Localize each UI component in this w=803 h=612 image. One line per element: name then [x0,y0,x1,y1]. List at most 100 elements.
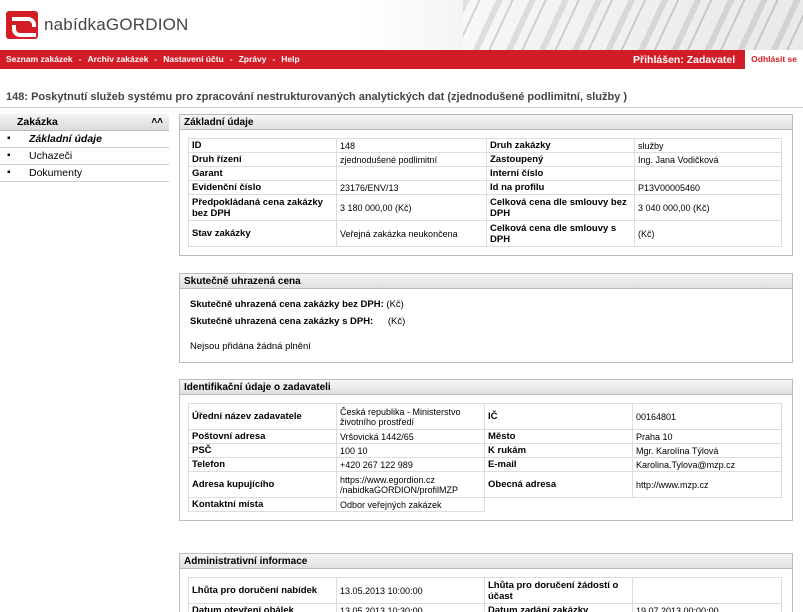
field-value: 13.05.2013 10:00:00 [336,577,485,604]
table-row: ID 148 Druh zakázky služby [188,138,782,153]
field-label: Datum otevření obálek [188,603,337,612]
sidebar-header[interactable]: Zakázka ˄˄ [0,114,169,131]
panel-body: Úřední název zadavatele Česká republika … [180,395,792,520]
field-value [632,577,782,604]
sidebar-item-label: Dokumenty [29,167,83,179]
field-label: Úřední název zadavatele [188,403,337,430]
field-label: Město [484,429,633,444]
field-label: Lhůta pro doručení žádostí o účast [484,577,633,604]
paid-with-vat: Skutečně uhrazená cena zakázky s DPH: (K… [190,316,782,327]
field-label: Lhůta pro doručení nabídek [188,577,337,604]
paid-without-vat: Skutečně uhrazená cena zakázky bez DPH: … [190,299,782,310]
field-value: Česká republika - Ministerstvo životního… [336,403,485,430]
administrative-info-table: Lhůta pro doručení nabídek 13.05.2013 10… [188,577,782,612]
field-label: Id na profilu [486,180,635,195]
table-row: Kontaktní místa Odbor veřejných zakázek [188,497,782,512]
field-label: PSČ [188,443,337,458]
field-label: Telefon [188,457,337,472]
field-value: Odbor veřejných zakázek [336,497,485,512]
field-value: 3 040 000,00 (Kč) [634,194,782,221]
main-menu-bar: Seznam zakázek - Archiv zakázek - Nastav… [0,50,803,69]
field-value [336,166,487,181]
logged-in-user: Přihlášen: Zadavatel [633,53,736,66]
menu-separator: - [229,54,233,64]
app-header: nabídkaGORDION [0,0,803,50]
logout-button[interactable]: Odhlásit se [745,50,803,69]
field-label: Datum zadání zakázky [484,603,633,612]
table-row: Garant Interní číslo [188,166,782,181]
table-row: Datum otevření obálek 13.05.2013 10:30:0… [188,603,782,612]
table-row: Stav zakázky Veřejná zakázka neukončena … [188,220,782,247]
field-value: zjednodušené podlimitní [336,152,487,167]
contracting-authority-panel: Identifikační údaje o zadavateli Úřední … [179,379,793,521]
field-label: Evidenční číslo [188,180,337,195]
field-label: Garant [188,166,337,181]
logo-mark-icon [6,11,38,39]
field-value: 148 [336,138,487,153]
table-row: Druh řízení zjednodušené podlimitní Zast… [188,152,782,167]
field-value: Vršovická 1442/65 [336,429,485,444]
panel-title: Základní údaje [180,115,792,130]
table-row: Poštovní adresa Vršovická 1442/65 Město … [188,429,782,444]
field-value: 13.05.2013 10:30:00 [336,603,485,612]
panel-title: Administrativní informace [180,554,792,569]
menu-separator: - [154,54,158,64]
field-value: 00164801 [632,403,782,430]
field-label: K rukám [484,443,633,458]
bullet-icon: ▪ [7,150,11,161]
panel-body: Skutečně uhrazená cena zakázky bez DPH: … [180,289,792,362]
main-menu: Seznam zakázek - Archiv zakázek - Nastav… [6,54,306,64]
table-row: Lhůta pro doručení nabídek 13.05.2013 10… [188,577,782,604]
header-decoration [463,0,803,50]
sidebar: Zakázka ˄˄ ▪ Základní údaje ▪ Uchazeči ▪… [0,114,169,182]
basic-info-table: ID 148 Druh zakázky služby Druh řízení z… [188,138,782,247]
field-label: Předpokládaná cena zakázky bez DPH [188,194,337,221]
field-label: Zastoupený [486,152,635,167]
field-value: (Kč) [387,316,406,327]
field-value: http://www.mzp.cz [632,471,782,498]
menu-item-archiv-zakazek[interactable]: Archiv zakázek [87,54,148,64]
logo-text: nabídkaGORDION [44,15,189,34]
field-value: Karolina.Tylova@mzp.cz [632,457,782,472]
sidebar-item-uchazeci[interactable]: ▪ Uchazeči [0,148,169,165]
user-box: Přihlášen: Zadavatel Odhlásit se [633,50,803,69]
menu-separator: - [78,54,82,64]
field-value: Ing. Jana Vodičková [634,152,782,167]
field-label: IČ [484,403,633,430]
administrative-info-panel: Administrativní informace Lhůta pro doru… [179,553,793,612]
field-label: Stav zakázky [188,220,337,247]
basic-info-panel: Základní údaje ID 148 Druh zakázky služb… [179,114,793,256]
field-value: Mgr. Karolína Týlová [632,443,782,458]
field-value [634,166,782,181]
logo[interactable]: nabídkaGORDION [6,11,189,39]
sidebar-item-zakladni-udaje[interactable]: ▪ Základní údaje [0,131,169,148]
menu-item-seznam-zakazek[interactable]: Seznam zakázek [6,54,73,64]
menu-item-zpravy[interactable]: Zprávy [239,54,267,64]
panel-body: Lhůta pro doručení nabídek 13.05.2013 10… [180,569,792,612]
empty-cell [485,498,633,512]
sidebar-item-label: Uchazeči [29,150,73,162]
table-row: Telefon +420 267 122 989 E-mail Karolina… [188,457,782,472]
sidebar-item-label: Základní údaje [29,133,102,145]
field-label: Skutečně uhrazená cena zakázky s DPH: [190,316,374,327]
field-label: Celková cena dle smlouvy bez DPH [486,194,635,221]
sidebar-item-dokumenty[interactable]: ▪ Dokumenty [0,165,169,182]
double-chevron-up-icon[interactable]: ˄˄ [151,114,163,130]
bullet-icon: ▪ [7,133,11,144]
field-value: 3 180 000,00 (Kč) [336,194,487,221]
field-value: služby [634,138,782,153]
divider [0,107,803,108]
field-label: ID [188,138,337,153]
page-title: 148: Poskytnutí služeb systému pro zprac… [6,91,628,103]
sidebar-title: Zakázka [17,116,58,128]
field-label: Kontaktní místa [188,497,337,512]
table-row: Předpokládaná cena zakázky bez DPH 3 180… [188,194,782,221]
menu-item-nastaveni-uctu[interactable]: Nastavení účtu [163,54,223,64]
menu-item-help[interactable]: Help [281,54,299,64]
field-label: Druh řízení [188,152,337,167]
field-value: 100 10 [336,443,485,458]
table-row: Úřední název zadavatele Česká republika … [188,403,782,430]
field-value: (Kč) [386,299,404,310]
bullet-icon: ▪ [7,167,11,178]
field-label: E-mail [484,457,633,472]
